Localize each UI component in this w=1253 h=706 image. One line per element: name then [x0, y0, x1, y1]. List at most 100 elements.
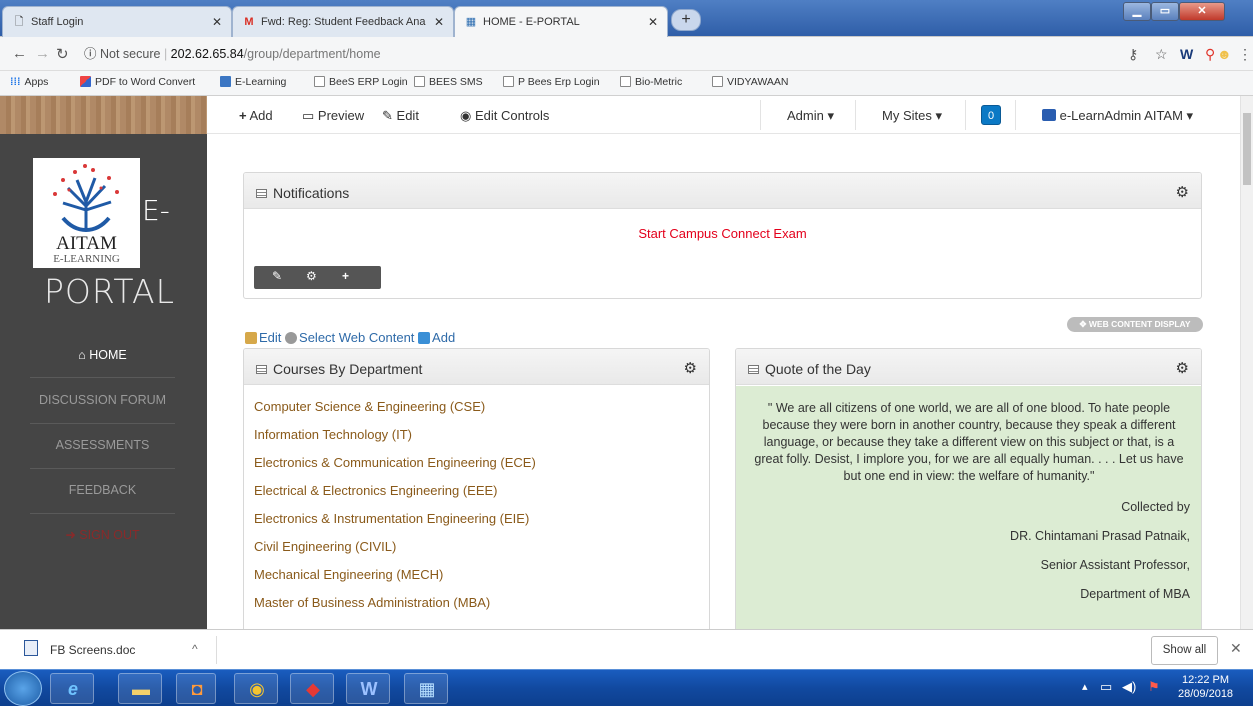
course-link[interactable]: Civil Engineering (CIVIL) [254, 539, 396, 554]
close-download-bar-icon[interactable]: ✕ [1230, 640, 1242, 657]
portlet-header: Quote of the Day ⚙ [736, 349, 1201, 385]
outlook-icon: ◘ [191, 679, 203, 699]
notification-tools: ✎ ⚙ + [254, 266, 381, 289]
download-item[interactable]: FB Screens.doc [50, 643, 135, 657]
taskbar-outlook[interactable]: ◘ [176, 673, 216, 704]
windows-taskbar: e ▬ ◘ ◉ ◆ W ▦ ▴ ▭ ◀) ⚑ 12:22 PM 28/09/20… [0, 669, 1253, 706]
nav-discussion-forum[interactable]: DISCUSSION FORUM [30, 393, 175, 407]
preview-button[interactable]: ▭ Preview [302, 108, 364, 124]
taskbar-word[interactable]: W [346, 673, 390, 704]
menu-kebab-icon[interactable]: ⋮ [1238, 46, 1252, 63]
bookmark-bees-erp[interactable]: BeeS ERP Login [314, 76, 408, 88]
course-link[interactable]: Electronics & Instrumentation Engineerin… [254, 511, 529, 526]
bookmark-bees-sms[interactable]: BEES SMS [414, 76, 483, 88]
portlet-header: Notifications ⚙ [244, 173, 1201, 209]
close-tab-icon[interactable]: ✕ [212, 15, 222, 29]
profile-avatar-icon[interactable]: ☻ [1217, 46, 1232, 62]
page-icon [620, 76, 631, 87]
course-link[interactable]: Electronics & Communication Engineering … [254, 455, 536, 470]
web-content-add[interactable]: Add [418, 330, 455, 345]
tab-home-eportal[interactable]: ▦ HOME - E-PORTAL ✕ [454, 6, 668, 38]
folder-icon: ▬ [132, 679, 150, 699]
forward-icon[interactable]: → [35, 45, 50, 62]
tab-gmail[interactable]: M Fwd: Reg: Student Feedback Ana ✕ [232, 6, 454, 37]
bookmark-vidyawaan[interactable]: VIDYAWAAN [712, 76, 788, 88]
chevron-up-icon[interactable]: ^ [192, 642, 198, 656]
close-tab-icon[interactable]: ✕ [648, 15, 658, 29]
edit-button[interactable]: ✎ Edit [382, 108, 419, 124]
tray-expand-icon[interactable]: ▴ [1082, 680, 1088, 693]
course-link[interactable]: Electrical & Electronics Engineering (EE… [254, 483, 498, 498]
new-tab-button[interactable]: + [671, 9, 701, 31]
taskbar-ie[interactable]: e [50, 673, 94, 704]
gear-icon[interactable]: ⚙ [1176, 183, 1189, 201]
edit-pencil-icon: ✎ [382, 108, 393, 123]
extension-search-icon[interactable]: ⚲ [1205, 46, 1215, 63]
start-button[interactable] [4, 671, 42, 706]
portal-favicon-icon: ▦ [465, 16, 477, 28]
aitam-logo[interactable]: AITAM E-LEARNING [33, 158, 140, 268]
add-button[interactable]: + Add [239, 108, 273, 123]
edit-pencil-icon[interactable]: ✎ [272, 269, 282, 283]
web-content-display-badge[interactable]: ✥ WEB CONTENT DISPLAY [1067, 317, 1203, 332]
portlet-icon [256, 189, 267, 198]
close-window-button[interactable]: ✕ [1179, 2, 1225, 21]
edit-controls-button[interactable]: ◉ Edit Controls [460, 108, 549, 124]
course-link[interactable]: Master of Business Administration (MBA) [254, 595, 490, 610]
window-controls: ▁ ▭ ✕ [1123, 2, 1248, 22]
notifications-portlet: Notifications ⚙ Start Campus Connect Exa… [243, 172, 1202, 299]
toolbar-divider [760, 100, 761, 130]
nav-sign-out[interactable]: ➜ SIGN OUT [30, 527, 175, 542]
page-icon [712, 76, 723, 87]
course-link[interactable]: Computer Science & Engineering (CSE) [254, 399, 485, 414]
gear-icon[interactable]: ⚙ [684, 359, 697, 377]
close-tab-icon[interactable]: ✕ [434, 15, 444, 29]
url-field[interactable]: ⓘ Not secure | 202.62.65.84/group/depart… [78, 42, 1088, 66]
info-icon[interactable]: ⓘ [84, 47, 97, 61]
select-web-content[interactable]: Select Web Content [285, 330, 414, 345]
quote-body: " We are all citizens of one world, we a… [736, 386, 1201, 629]
bookmark-apps[interactable]: ⁞⁞⁞ Apps [10, 76, 48, 88]
my-sites-menu[interactable]: My Sites ▾ [882, 108, 942, 124]
admin-menu[interactable]: Admin ▾ [787, 108, 834, 124]
minimize-button[interactable]: ▁ [1123, 2, 1151, 21]
maximize-button[interactable]: ▭ [1151, 2, 1179, 21]
taskbar-app-red[interactable]: ◆ [290, 673, 334, 704]
plus-icon: + [239, 108, 247, 123]
user-menu[interactable]: e-LearnAdmin AITAM ▾ [1042, 108, 1193, 124]
bookmark-bio-metric[interactable]: Bio-Metric [620, 76, 682, 88]
tab-staff-login[interactable]: 🗋 Staff Login ✕ [2, 6, 232, 37]
bookmark-p-bees-erp[interactable]: P Bees Erp Login [503, 76, 600, 88]
course-link[interactable]: Mechanical Engineering (MECH) [254, 567, 443, 582]
nav-home[interactable]: ⌂ HOME [30, 348, 175, 362]
nav-feedback[interactable]: FEEDBACK [30, 483, 175, 497]
back-icon[interactable]: ← [12, 45, 27, 62]
bookmark-pdf-to-word[interactable]: PDF to Word Convert [80, 76, 195, 88]
quote-collected-by: Collected by [1121, 500, 1190, 514]
scrollbar-thumb[interactable] [1243, 113, 1251, 185]
show-all-button[interactable]: Show all [1151, 636, 1218, 665]
web-content-edit[interactable]: Edit [245, 330, 281, 345]
nav-assessments[interactable]: ASSESSMENTS [30, 438, 175, 452]
tab-title: Staff Login [31, 16, 84, 28]
campus-connect-link[interactable]: Start Campus Connect Exam [244, 226, 1201, 241]
volume-icon[interactable]: ◀) [1122, 679, 1136, 695]
logo-elearning-text: E-LEARNING [53, 253, 120, 265]
plus-icon[interactable]: + [342, 269, 349, 283]
network-icon[interactable]: ▭ [1100, 679, 1112, 695]
bookmark-e-learning[interactable]: E-Learning [220, 76, 286, 88]
course-link[interactable]: Information Technology (IT) [254, 427, 412, 442]
notification-count-badge[interactable]: 0 [981, 105, 1001, 125]
gear-icon[interactable]: ⚙ [306, 269, 317, 283]
action-center-flag-icon[interactable]: ⚑ [1148, 679, 1160, 695]
star-icon[interactable]: ☆ [1155, 46, 1168, 63]
taskbar-explorer[interactable]: ▬ [118, 673, 162, 704]
gear-icon[interactable]: ⚙ [1176, 359, 1189, 377]
taskbar-control-panel[interactable]: ▦ [404, 673, 448, 704]
key-icon[interactable]: ⚷ [1128, 46, 1138, 63]
reload-icon[interactable]: ↻ [56, 45, 69, 63]
clock-date: 28/09/2018 [1178, 688, 1234, 700]
extension-w-icon[interactable]: W [1180, 46, 1193, 62]
taskbar-chrome[interactable]: ◉ [234, 673, 278, 704]
taskbar-clock[interactable]: 12:22 PM 28/09/2018 [1178, 673, 1233, 701]
